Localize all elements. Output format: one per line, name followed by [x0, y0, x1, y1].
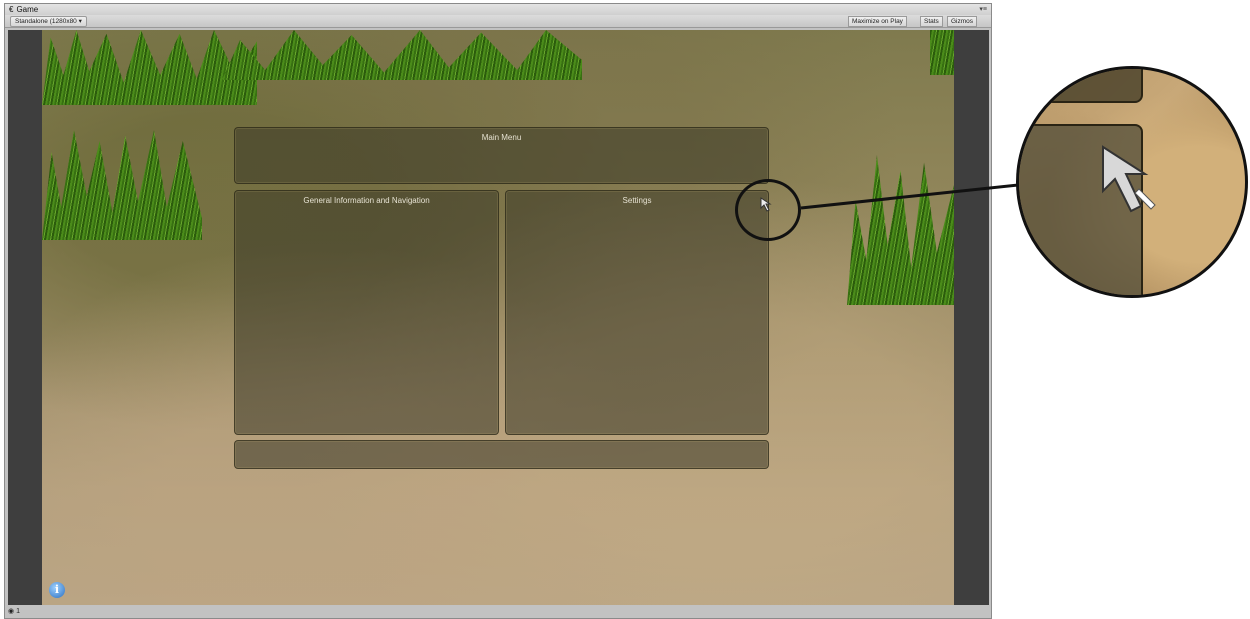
highlight-circle: [735, 179, 801, 241]
chevron-down-icon: ▾: [78, 18, 82, 25]
grass-patch: [42, 30, 257, 105]
game-window: € Game ▾≡ Standalone (1280x80 ▾ Maximize…: [4, 3, 992, 619]
general-info-panel[interactable]: General Information and Navigation: [234, 190, 499, 435]
info-icon[interactable]: i: [49, 582, 65, 598]
grass-patch: [42, 130, 202, 240]
window-titlebar[interactable]: € Game ▾≡: [5, 4, 991, 15]
main-menu-title: Main Menu: [481, 133, 522, 142]
aspect-label: Standalone (1280x80: [15, 18, 77, 25]
gizmos-button[interactable]: Gizmos: [947, 16, 978, 27]
settings-title: Settings: [622, 196, 652, 205]
zoom-panel-top: [1019, 69, 1143, 103]
eye-icon: ◉: [8, 608, 15, 615]
status-bar: ◉ 1: [5, 605, 991, 618]
settings-panel[interactable]: Settings: [505, 190, 769, 435]
footer-bar: [234, 440, 769, 469]
window-menu-icon[interactable]: ▾≡: [979, 4, 987, 15]
window-title: Game: [16, 5, 39, 14]
grass-patch: [930, 30, 954, 75]
grass-patch: [847, 155, 954, 305]
terrain-scene: Main Menu General Information and Naviga…: [42, 30, 954, 605]
general-info-title: General Information and Navigation: [303, 196, 430, 205]
grass-patch: [222, 30, 582, 80]
status-count: 1: [16, 608, 20, 615]
game-viewport[interactable]: Main Menu General Information and Naviga…: [8, 30, 989, 605]
game-toolbar: Standalone (1280x80 ▾ Maximize on Play S…: [5, 15, 991, 28]
game-tab-icon: €: [9, 5, 14, 14]
maximize-on-play-button[interactable]: Maximize on Play: [848, 16, 907, 27]
aspect-dropdown[interactable]: Standalone (1280x80 ▾: [10, 16, 87, 27]
magnified-cursor-icon: [1102, 145, 1156, 213]
main-menu-header: Main Menu: [234, 127, 769, 184]
magnified-cursor-view: [1016, 66, 1248, 298]
stats-button[interactable]: Stats: [920, 16, 943, 27]
